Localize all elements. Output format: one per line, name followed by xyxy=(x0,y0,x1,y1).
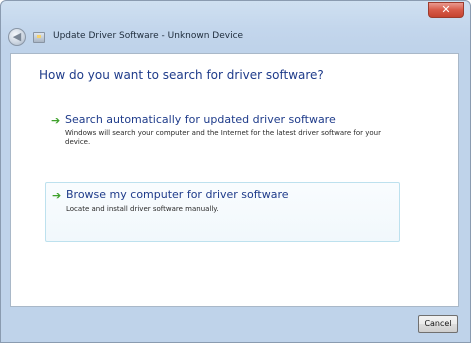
option-description: Windows will search your computer and th… xyxy=(65,129,381,146)
back-arrow-icon[interactable]: ◀ xyxy=(8,28,26,46)
title-bar: ◀ Update Driver Software - Unknown Devic… xyxy=(1,1,470,47)
button-bar: Cancel xyxy=(10,307,459,337)
option-description: Locate and install driver software manua… xyxy=(66,205,219,213)
content-panel: How do you want to search for driver sof… xyxy=(10,53,459,307)
green-arrow-icon: ➔ xyxy=(51,114,61,127)
search-automatically-option[interactable]: ➔ Search automatically for updated drive… xyxy=(45,111,400,161)
page-heading: How do you want to search for driver sof… xyxy=(39,68,324,82)
close-button[interactable]: ✕ xyxy=(428,2,464,18)
cancel-button[interactable]: Cancel xyxy=(418,315,458,333)
green-arrow-icon: ➔ xyxy=(52,189,62,202)
browse-computer-option[interactable]: ➔ Browse my computer for driver software… xyxy=(45,182,400,242)
option-title: Search automatically for updated driver … xyxy=(65,113,336,126)
option-title: Browse my computer for driver software xyxy=(66,188,289,201)
window-title: Update Driver Software - Unknown Device xyxy=(53,31,244,41)
device-icon xyxy=(33,32,45,43)
dialog-window: ◀ Update Driver Software - Unknown Devic… xyxy=(0,0,471,343)
